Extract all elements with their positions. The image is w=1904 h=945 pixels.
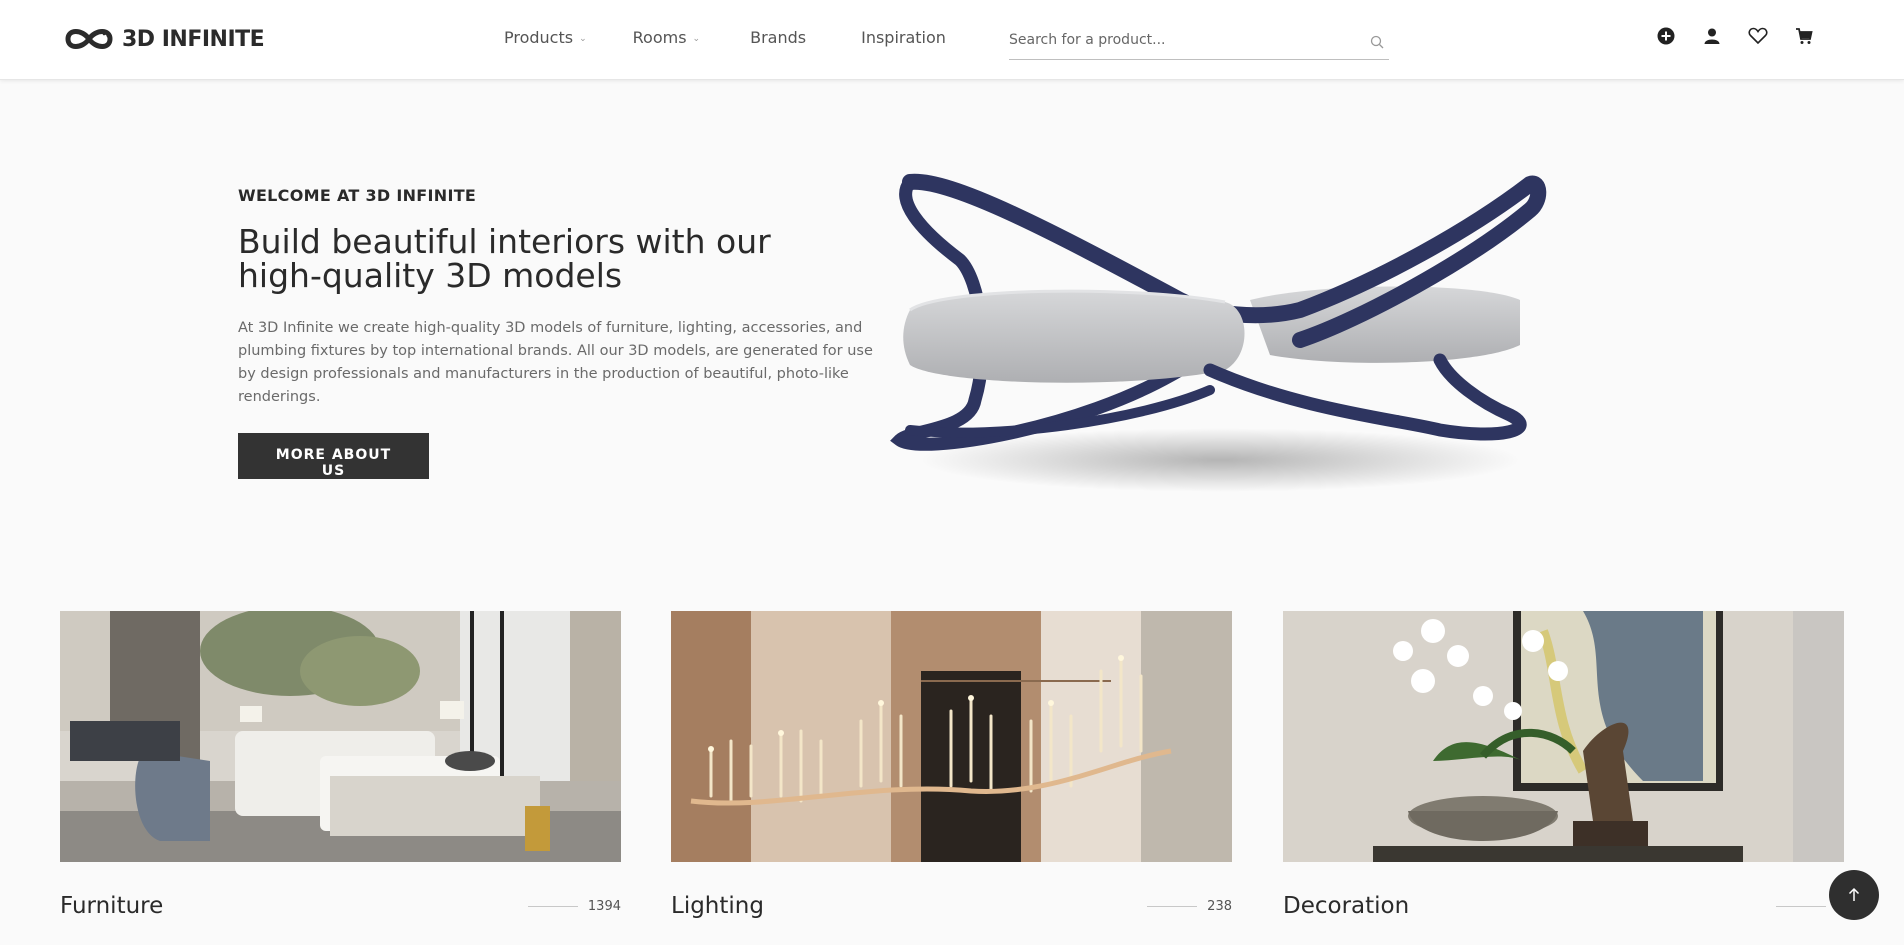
arrow-up-icon bbox=[1848, 887, 1860, 901]
nav-item-rooms[interactable]: Rooms ⌄ bbox=[633, 28, 700, 47]
logo-text: 3D INFINITE bbox=[122, 26, 265, 52]
search-bar bbox=[1009, 26, 1389, 60]
category-name[interactable]: Lighting bbox=[671, 893, 764, 919]
site-header: 3D INFINITE Products ⌄ Rooms ⌄ Brands In… bbox=[0, 0, 1904, 80]
hero-eyebrow: WELCOME AT 3D INFINITE bbox=[238, 186, 477, 205]
site-logo[interactable]: 3D INFINITE bbox=[60, 24, 265, 54]
hero-chair-image bbox=[880, 170, 1560, 500]
category-meta: 1394 bbox=[527, 898, 621, 914]
user-icon[interactable] bbox=[1702, 26, 1722, 46]
nav-item-brands[interactable]: Brands bbox=[750, 28, 806, 47]
search-input[interactable] bbox=[1009, 26, 1349, 54]
nav-label: Brands bbox=[750, 28, 807, 47]
divider-line bbox=[527, 905, 578, 907]
category-row: Decoration 5 bbox=[1283, 893, 1844, 919]
category-name[interactable]: Furniture bbox=[60, 893, 163, 919]
category-card-decoration[interactable]: Decoration 5 bbox=[1283, 611, 1844, 919]
category-image[interactable] bbox=[60, 611, 621, 862]
plus-circle-icon[interactable] bbox=[1656, 26, 1676, 46]
nav-item-products[interactable]: Products ⌄ bbox=[504, 28, 587, 47]
category-row: Lighting 238 bbox=[671, 893, 1232, 919]
search-icon[interactable] bbox=[1369, 34, 1385, 50]
nav-label: Products bbox=[504, 28, 574, 47]
category-count: 238 bbox=[1207, 898, 1232, 914]
more-about-us-button[interactable]: MORE ABOUT US bbox=[238, 433, 429, 479]
hero-title: Build beautiful interiors with our high-… bbox=[238, 222, 771, 295]
category-count: 1394 bbox=[587, 898, 621, 914]
infinity-logo-icon bbox=[65, 29, 113, 49]
header-actions bbox=[1656, 26, 1814, 46]
divider-line bbox=[1147, 905, 1198, 907]
main-nav: Products ⌄ Rooms ⌄ Brands Inspiration bbox=[504, 28, 946, 47]
category-image[interactable] bbox=[671, 611, 1232, 862]
back-to-top-button[interactable] bbox=[1829, 870, 1879, 920]
category-card-furniture[interactable]: Furniture 1394 bbox=[60, 611, 621, 919]
heart-icon[interactable] bbox=[1748, 26, 1768, 46]
cart-icon[interactable] bbox=[1794, 26, 1814, 46]
category-image[interactable] bbox=[1283, 611, 1844, 862]
chevron-down-icon: ⌄ bbox=[692, 33, 701, 44]
nav-label: Inspiration bbox=[861, 28, 946, 47]
category-row: Furniture 1394 bbox=[60, 893, 621, 919]
hero-section: WELCOME AT 3D INFINITE Build beautiful i… bbox=[238, 186, 878, 480]
hero-description: At 3D Infinite we create high-quality 3D… bbox=[238, 320, 873, 405]
divider-line bbox=[1775, 905, 1826, 907]
nav-item-inspiration[interactable]: Inspiration bbox=[861, 28, 946, 47]
category-name[interactable]: Decoration bbox=[1283, 893, 1409, 919]
nav-label: Rooms bbox=[632, 28, 687, 47]
category-meta: 238 bbox=[1147, 899, 1232, 914]
chevron-down-icon: ⌄ bbox=[579, 33, 587, 44]
category-card-lighting[interactable]: Lighting 238 bbox=[671, 611, 1232, 919]
